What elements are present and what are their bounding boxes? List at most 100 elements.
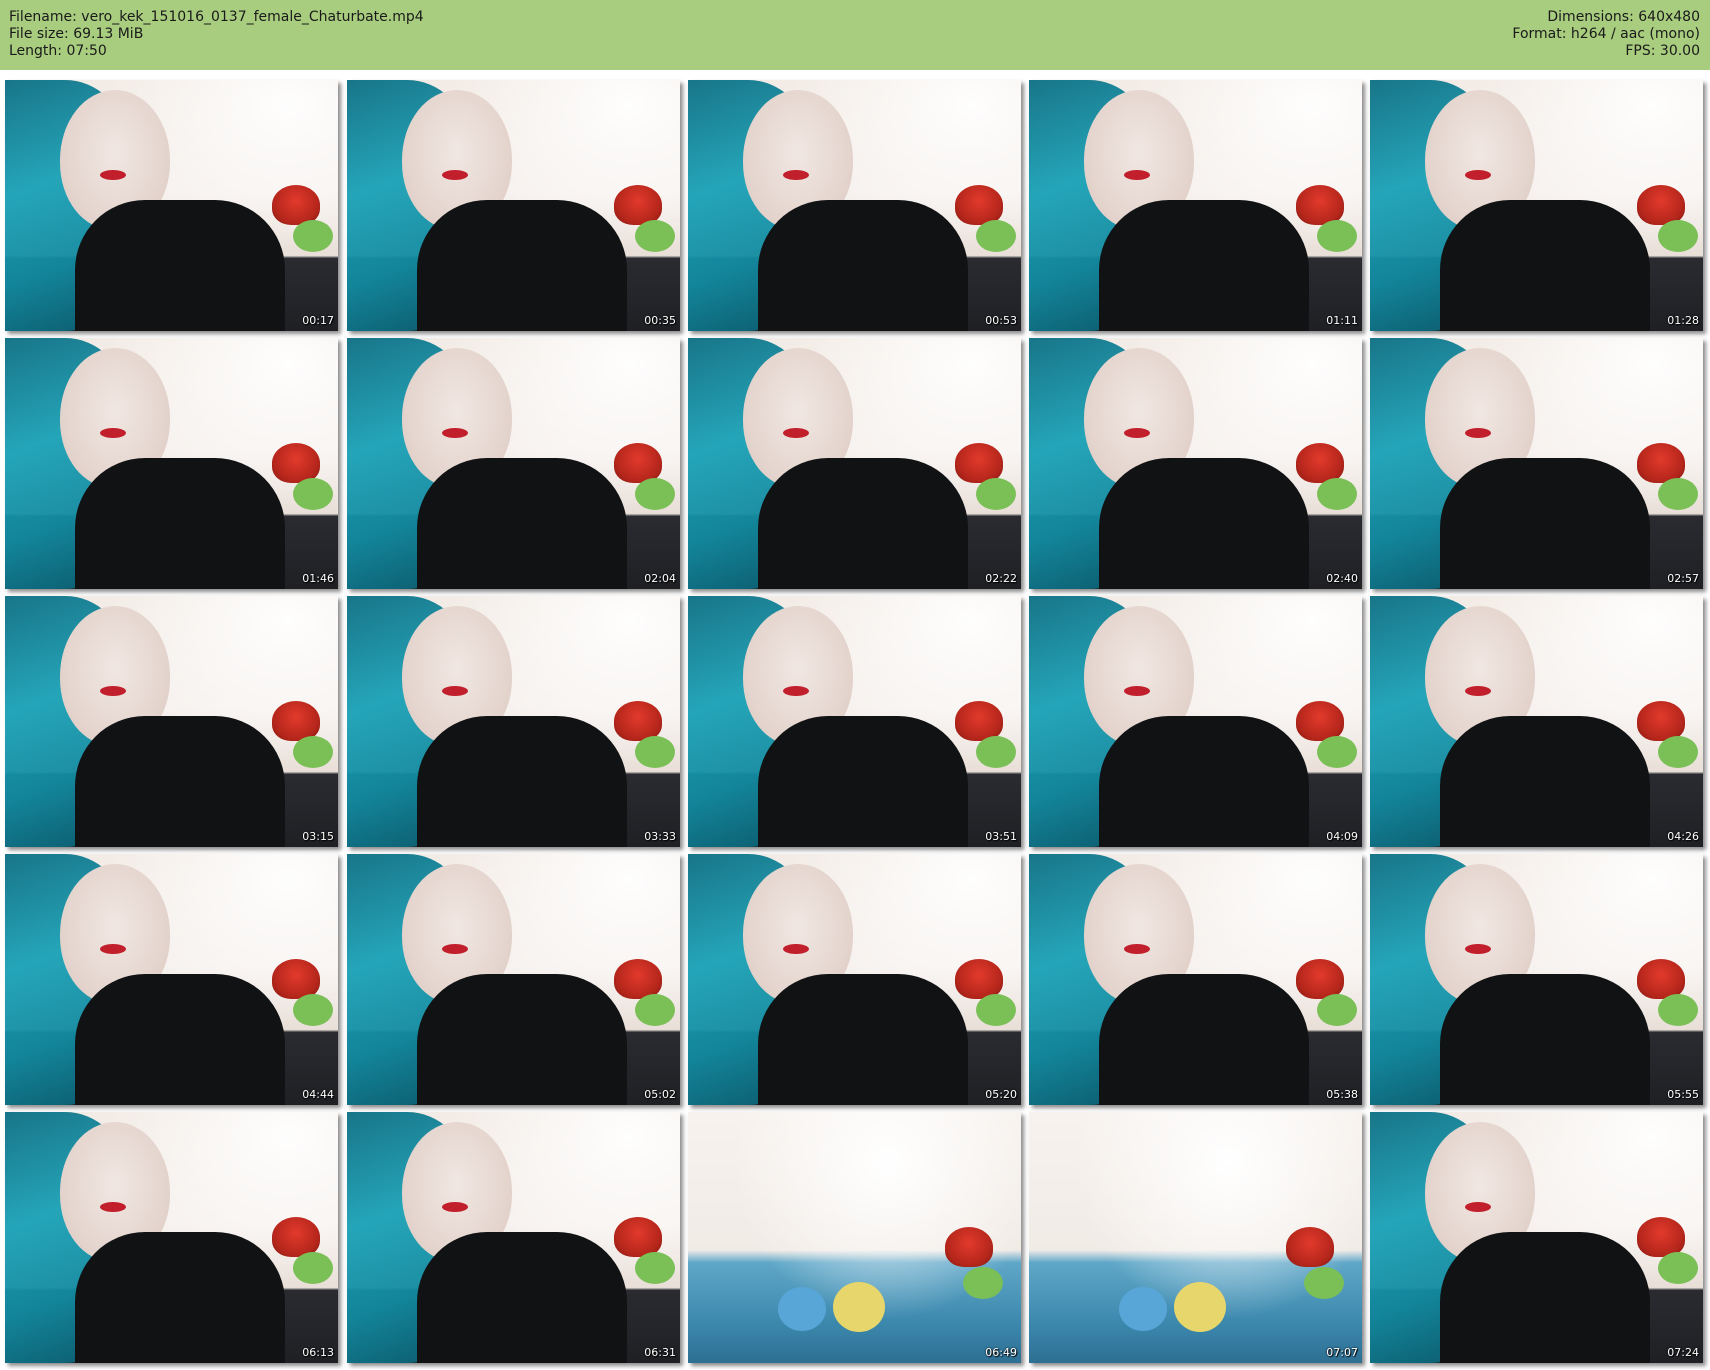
plush-icon (1637, 443, 1685, 483)
thumbnail[interactable]: 02:40 (1029, 338, 1362, 589)
shirt-shape (1440, 1232, 1650, 1363)
plush-icon (293, 994, 333, 1026)
plush-icon (614, 185, 662, 225)
lips-shape (783, 170, 809, 180)
thumbnail[interactable]: 03:51 (688, 596, 1021, 847)
plush-icon (955, 185, 1003, 225)
plush-icon (1119, 1287, 1167, 1331)
plush-icon (1317, 994, 1357, 1026)
lips-shape (100, 944, 126, 954)
thumbnail[interactable]: 06:13 (5, 1112, 338, 1363)
lips-shape (783, 944, 809, 954)
plush-icon (635, 478, 675, 510)
plush-icon (1296, 185, 1344, 225)
thumbnail[interactable]: 06:49 (688, 1112, 1021, 1363)
shirt-shape (1440, 974, 1650, 1105)
plush-icon (1637, 959, 1685, 999)
plush-icon (272, 185, 320, 225)
lips-shape (442, 1202, 468, 1212)
thumbnail[interactable]: 00:17 (5, 80, 338, 331)
thumbnail[interactable]: 01:11 (1029, 80, 1362, 331)
shirt-shape (758, 974, 968, 1105)
timestamp: 02:04 (644, 572, 676, 585)
plush-icon (976, 220, 1016, 252)
shirt-shape (1440, 716, 1650, 847)
plush-icon (976, 478, 1016, 510)
lips-shape (1124, 428, 1150, 438)
shirt-shape (417, 458, 627, 589)
lips-shape (1124, 944, 1150, 954)
plush-icon (1296, 701, 1344, 741)
plush-icon (1658, 736, 1698, 768)
plush-icon (614, 443, 662, 483)
timestamp: 02:40 (1326, 572, 1358, 585)
thumbnail[interactable]: 07:24 (1370, 1112, 1703, 1363)
thumbnail[interactable]: 01:28 (1370, 80, 1703, 331)
thumbnail[interactable]: 04:26 (1370, 596, 1703, 847)
plush-icon (1658, 1252, 1698, 1284)
thumbnail[interactable]: 05:38 (1029, 854, 1362, 1105)
thumbnail[interactable]: 05:02 (347, 854, 680, 1105)
thumbnail[interactable]: 02:04 (347, 338, 680, 589)
thumbnail[interactable]: 06:31 (347, 1112, 680, 1363)
shirt-shape (417, 716, 627, 847)
plush-icon (293, 220, 333, 252)
plush-icon (293, 478, 333, 510)
plush-icon (1637, 1217, 1685, 1257)
timestamp: 03:15 (302, 830, 334, 843)
plush-icon (955, 443, 1003, 483)
timestamp: 03:33 (644, 830, 676, 843)
timestamp: 05:20 (985, 1088, 1017, 1101)
plush-icon (614, 701, 662, 741)
timestamp: 07:07 (1326, 1346, 1358, 1359)
plush-icon (1658, 994, 1698, 1026)
shirt-shape (75, 200, 285, 331)
plush-icon (1317, 220, 1357, 252)
timestamp: 06:31 (644, 1346, 676, 1359)
plush-icon (1637, 185, 1685, 225)
shirt-shape (758, 458, 968, 589)
thumbnail[interactable]: 04:09 (1029, 596, 1362, 847)
timestamp: 00:17 (302, 314, 334, 327)
plush-icon (635, 1252, 675, 1284)
lips-shape (1465, 1202, 1491, 1212)
lips-shape (1465, 428, 1491, 438)
plush-icon (945, 1227, 993, 1267)
shirt-shape (1440, 200, 1650, 331)
timestamp: 04:26 (1667, 830, 1699, 843)
timestamp: 01:28 (1667, 314, 1699, 327)
plush-icon (1296, 959, 1344, 999)
shirt-shape (1099, 458, 1309, 589)
thumbnail[interactable]: 05:20 (688, 854, 1021, 1105)
thumbnail[interactable]: 00:35 (347, 80, 680, 331)
plush-icon (955, 959, 1003, 999)
lips-shape (442, 170, 468, 180)
timestamp: 05:38 (1326, 1088, 1358, 1101)
plush-icon (293, 1252, 333, 1284)
lips-shape (442, 428, 468, 438)
thumbnail[interactable]: 05:55 (1370, 854, 1703, 1105)
plush-icon (1304, 1267, 1344, 1299)
timestamp: 04:44 (302, 1088, 334, 1101)
plush-icon (976, 736, 1016, 768)
plush-icon (272, 1217, 320, 1257)
plush-icon (1296, 443, 1344, 483)
thumbnail[interactable]: 03:33 (347, 596, 680, 847)
timestamp: 05:55 (1667, 1088, 1699, 1101)
thumbnail[interactable]: 07:07 (1029, 1112, 1362, 1363)
thumbnail[interactable]: 01:46 (5, 338, 338, 589)
plush-icon (1637, 701, 1685, 741)
thumbnail[interactable]: 02:22 (688, 338, 1021, 589)
shirt-shape (75, 974, 285, 1105)
shirt-shape (417, 1232, 627, 1363)
thumbnail[interactable]: 02:57 (1370, 338, 1703, 589)
thumbnail[interactable]: 03:15 (5, 596, 338, 847)
plush-icon (1317, 478, 1357, 510)
thumbnail[interactable]: 00:53 (688, 80, 1021, 331)
plush-icon (1317, 736, 1357, 768)
plush-icon (833, 1282, 885, 1332)
plush-icon (635, 220, 675, 252)
lips-shape (100, 428, 126, 438)
timestamp: 00:35 (644, 314, 676, 327)
thumbnail[interactable]: 04:44 (5, 854, 338, 1105)
